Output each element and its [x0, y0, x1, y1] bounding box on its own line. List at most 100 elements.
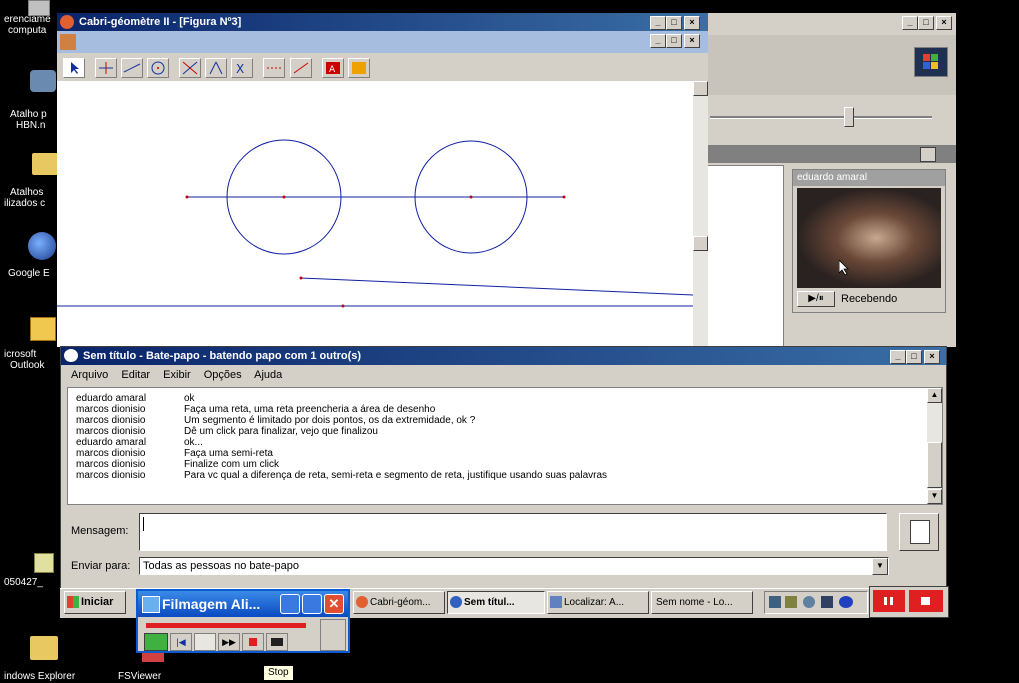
recorder-window: Filmagem Ali... ✕ |◀ ▶▶: [136, 589, 350, 653]
minimize-button[interactable]: _: [890, 350, 906, 364]
cabri-scrollbar[interactable]: [693, 81, 708, 347]
mouse-cursor-icon: [838, 259, 851, 276]
menu-arquivo[interactable]: Arquivo: [71, 369, 108, 381]
circle-tool[interactable]: [147, 58, 170, 78]
desktop-icon-atalhos[interactable]: Atalhos ilizados c: [0, 153, 58, 213]
send-button[interactable]: [899, 513, 939, 551]
taskbar-item-label: Sem títul...: [464, 597, 515, 608]
menu-exibir[interactable]: Exibir: [163, 369, 191, 381]
desktop-icon-google-earth[interactable]: Google E: [0, 230, 58, 280]
start-button[interactable]: Iniciar: [64, 591, 126, 614]
slider-thumb[interactable]: [844, 107, 854, 127]
chat-scrollbar[interactable]: ▲ ▼: [927, 388, 942, 504]
menu-editar[interactable]: Editar: [121, 369, 150, 381]
taskbar-item-localizar[interactable]: Localizar: A...: [547, 591, 649, 614]
desktop-icon-windows-explorer[interactable]: indows Explorer: [0, 636, 100, 682]
point-tool[interactable]: [95, 58, 118, 78]
pointer-tool[interactable]: [63, 58, 85, 78]
cabri-titlebar[interactable]: Cabri-géomètre II - [Figura Nº3] _ □ ×: [57, 13, 708, 31]
desktop-icon-atalho-hbn[interactable]: Atalho p HBN.n: [0, 66, 58, 131]
pause-button[interactable]: [194, 633, 216, 651]
volume-icon[interactable]: [785, 596, 797, 608]
message-input[interactable]: [139, 513, 887, 551]
minimize-button[interactable]: _: [650, 16, 666, 30]
chat-window: Sem título - Bate-papo - batendo papo co…: [60, 346, 947, 596]
settings-icon[interactable]: [803, 596, 815, 608]
desktop-icon-outlook[interactable]: icrosoft Outlook: [0, 315, 58, 375]
close-button[interactable]: ×: [936, 16, 952, 30]
scroll-up-button[interactable]: ▲: [927, 388, 942, 403]
point[interactable]: [185, 195, 189, 199]
outlook-icon: [30, 317, 56, 341]
mdi-close-button[interactable]: ×: [684, 34, 700, 48]
chevron-down-icon[interactable]: ▼: [872, 558, 888, 575]
maximize-button[interactable]: [302, 594, 322, 614]
desktop-icon-gerenciamento[interactable]: erenciame computa: [0, 0, 58, 40]
point[interactable]: [341, 304, 345, 308]
recorder-title: Filmagem Ali...: [162, 596, 261, 612]
recorder-titlebar[interactable]: Filmagem Ali... ✕: [138, 591, 348, 617]
construct-tool[interactable]: [179, 58, 202, 78]
scroll-thumb[interactable]: [927, 442, 942, 488]
network-icon[interactable]: [769, 596, 781, 608]
desktop-icon-label: indows Explorer: [4, 671, 76, 682]
point[interactable]: [469, 195, 473, 199]
taskbar-item-chat[interactable]: Sem títul...: [447, 591, 545, 614]
fast-forward-button[interactable]: ▶▶: [218, 633, 240, 651]
rewind-button[interactable]: |◀: [170, 633, 192, 651]
chat-history[interactable]: eduardo amaral ok marcos dionisio Faça uma…: [67, 387, 943, 505]
stop-button[interactable]: [242, 633, 264, 651]
taskbar-item-cabri[interactable]: Cabri-géom...: [353, 591, 445, 614]
taskbar-item-notepad[interactable]: Sem nome - Lo...: [651, 591, 753, 614]
check-property-tool[interactable]: [263, 58, 286, 78]
play-button[interactable]: [144, 633, 168, 651]
arrows-icon[interactable]: [839, 596, 853, 608]
panel-options-icon[interactable]: [920, 147, 936, 162]
ray[interactable]: [300, 277, 694, 296]
desktop-icon-fsviewer[interactable]: FSViewer: [118, 652, 188, 682]
close-button[interactable]: ✕: [324, 594, 344, 614]
display-tool[interactable]: A: [321, 58, 344, 78]
transform-tool[interactable]: [205, 58, 228, 78]
chat-titlebar[interactable]: Sem título - Bate-papo - batendo papo co…: [61, 347, 946, 365]
point[interactable]: [299, 276, 303, 280]
minimize-button[interactable]: [280, 594, 300, 614]
taskbar-item-label: Cabri-géom...: [370, 597, 431, 608]
maximize-button[interactable]: □: [906, 350, 922, 364]
mdi-restore-button[interactable]: □: [666, 34, 682, 48]
menu-ajuda[interactable]: Ajuda: [254, 369, 282, 381]
play-pause-button[interactable]: ▶/⏸: [797, 291, 835, 307]
point[interactable]: [282, 195, 286, 199]
scroll-thumb[interactable]: [693, 236, 708, 251]
maximize-button[interactable]: □: [918, 16, 934, 30]
measure-tool[interactable]: [289, 58, 312, 78]
drawing-area[interactable]: [57, 81, 694, 347]
point[interactable]: [562, 195, 566, 199]
close-button[interactable]: ×: [684, 16, 700, 30]
draw-tool[interactable]: [347, 58, 370, 78]
minimize-button[interactable]: _: [902, 16, 918, 30]
pause-recording-button[interactable]: [873, 590, 905, 612]
close-button[interactable]: ×: [924, 350, 940, 364]
menu-opcoes[interactable]: Opções: [204, 369, 242, 381]
macro-tool[interactable]: X: [231, 58, 254, 78]
open-folder-icon[interactable]: [266, 633, 288, 651]
scroll-up-button[interactable]: [693, 81, 708, 96]
chat-message: marcos dionisio Finalize com um click: [76, 459, 280, 470]
recording-progress-bar: [146, 623, 306, 628]
messenger-icon[interactable]: [821, 596, 833, 608]
mdi-minimize-button[interactable]: _: [650, 34, 666, 48]
chat-title: Sem título - Bate-papo - batendo papo co…: [83, 350, 362, 362]
send-to-select[interactable]: Todas as pessoas no bate-papo ▼: [139, 557, 889, 575]
maximize-button[interactable]: □: [666, 16, 682, 30]
audio-level-icon[interactable]: [320, 619, 346, 651]
desktop-icon-050427[interactable]: 050427_: [0, 553, 58, 593]
chat-message: marcos dionisio Um segmento é limitado po…: [76, 415, 476, 426]
line-tool[interactable]: [121, 58, 144, 78]
stop-recording-button[interactable]: [909, 590, 943, 612]
participant-list[interactable]: [706, 165, 784, 347]
webcam-video: [797, 188, 941, 288]
scroll-down-button[interactable]: ▼: [927, 489, 942, 504]
document-icon: [60, 34, 76, 50]
text-cursor: [143, 517, 144, 531]
